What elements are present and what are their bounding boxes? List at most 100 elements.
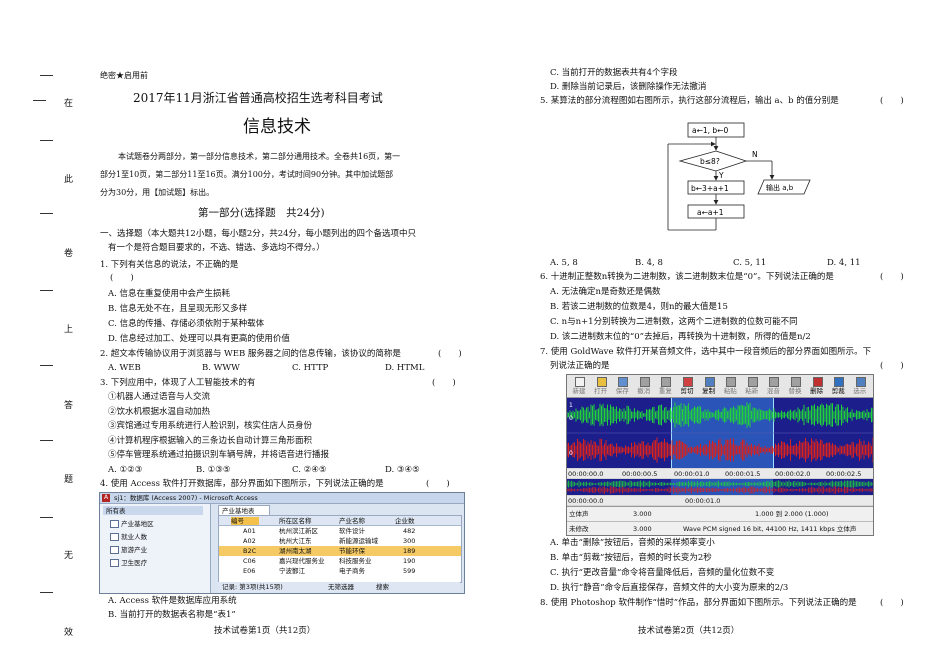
toolbar-icon: [769, 377, 780, 387]
overview-wave-red: [567, 486, 873, 494]
q2-option-a: A. WEB: [108, 363, 141, 373]
table-cell: A02: [243, 537, 256, 545]
status-modified: 未修改: [569, 525, 589, 533]
q2-option-c: C. HTTP: [292, 363, 329, 373]
amp-label: 0: [569, 450, 573, 457]
intro-line: 分为30分，用【加试题】标出。: [100, 188, 215, 197]
waveform-panel[interactable]: 1 0 0: [567, 398, 873, 468]
nav-header-label: 所有表: [106, 507, 126, 515]
nav-item-table[interactable]: 旅游产业: [110, 546, 147, 554]
toolbar-button[interactable]: 粘贴: [720, 376, 740, 396]
q4-stem: 4. 使用 Access 软件打开数据库，部分界面如下图所示，下列说法正确的是: [100, 479, 384, 489]
col-header-label: 所在区名称: [279, 517, 312, 525]
col-header[interactable]: 产业名称: [339, 517, 365, 525]
search-box[interactable]: 搜索: [376, 583, 389, 591]
q7-paren: ( ): [880, 361, 904, 371]
toolbar-button[interactable]: 保存: [612, 376, 632, 396]
toolbar-button[interactable]: 打开: [591, 376, 611, 396]
q7-stem: 7. 使用 GoldWave 软件打开某音频文件，选中其中一段音频后的部分界面如…: [540, 347, 872, 357]
access-title-bar: A sj1：数据库 (Access 2007) - Microsoft Acce…: [100, 493, 464, 504]
table-cell: 599: [403, 567, 416, 575]
table-row[interactable]: E06 宁波鄞江 电子商务 599: [219, 566, 461, 576]
table-row[interactable]: A01 杭州滨江新区 软件设计 482: [219, 526, 461, 536]
table-row[interactable]: C06 嘉兴现代服务业 科技服务业 190: [219, 556, 461, 566]
nav-item-table[interactable]: 卫生医疗: [110, 559, 147, 567]
nav-item-table[interactable]: 产业基地区: [110, 520, 154, 528]
margin-char: 题: [64, 475, 74, 485]
tab-table[interactable]: 产业基地表: [218, 505, 270, 515]
q1-stem: 1. 下列有关信息的说法，不正确的是: [100, 260, 239, 270]
q6-option-b: B. 若该二进制数的位数是4，则n的最大值是15: [550, 302, 728, 312]
toolbar-button[interactable]: 重复: [655, 376, 675, 396]
q3-option-a: A. ①②③: [108, 465, 143, 475]
table-cell: 嘉兴现代服务业: [279, 557, 325, 565]
toolbar-button-label: 保存: [615, 387, 629, 395]
flow-yes-label: Y: [718, 171, 724, 180]
table-cell: B2C: [243, 547, 257, 555]
q5-option-b: B. 4, 8: [635, 258, 663, 268]
q3-option-c: C. ②④⑤: [292, 465, 327, 475]
table-cell: 新能源运输域: [339, 537, 378, 545]
toolbar-button[interactable]: 混音: [763, 376, 783, 396]
toolbar-button-label: 粘新: [745, 387, 759, 395]
time-tick: 00:00:02.0: [775, 470, 811, 478]
margin-char: 上: [64, 325, 74, 335]
toolbar-icon: [596, 377, 607, 387]
overview-panel[interactable]: [567, 479, 873, 495]
flow-no-label: N: [752, 150, 758, 159]
toolbar-button-label: 复制: [702, 387, 716, 395]
access-window: A sj1：数据库 (Access 2007) - Microsoft Acce…: [99, 492, 465, 594]
flow-cond-text: b≤8?: [700, 157, 720, 166]
toolbar-button-label: 撤消: [637, 387, 651, 395]
q4-option-d: D. 删除当前记录后，该删除操作无法撤消: [550, 82, 707, 92]
q2-stem: 2. 超文本传输协议用于浏览器与 WEB 服务器之间的信息传输，该协议的简称是: [100, 349, 401, 359]
table-cell: C06: [243, 557, 256, 565]
toolbar-button[interactable]: 选示: [850, 376, 870, 396]
q3-option-b: B. ①③⑤: [196, 465, 231, 475]
toolbar-button[interactable]: 复制: [699, 376, 719, 396]
table-cell: 482: [403, 527, 416, 535]
access-title: sj1：数据库 (Access 2007) - Microsoft Access: [114, 494, 258, 502]
toolbar-button-label: 新建: [572, 387, 586, 395]
time-tick: 00:00:00.0: [568, 470, 604, 478]
toolbar-button-label: 粘贴: [723, 387, 737, 395]
toolbar-button-label: 选示: [853, 387, 867, 395]
nav-item-table[interactable]: 就业人数: [110, 533, 147, 541]
q1-option-d: D. 信息经过加工、处理可以具有更高的使用价值: [108, 334, 290, 344]
toolbar-icon: [639, 377, 650, 387]
toolbar-button-label: 混音: [766, 387, 780, 395]
q5-stem: 5. 某算法的部分流程图如右图所示，执行这部分流程后，输出 a、b 的值分别是: [540, 96, 839, 106]
timeline-ruler: 00:00:00.0 00:00:00.5 00:00:01.0 00:00:0…: [567, 469, 873, 478]
table-row[interactable]: A02 杭州大江东 新能源运输域 300: [219, 536, 461, 546]
margin-dash: [40, 365, 53, 366]
col-header[interactable]: 企业数: [395, 517, 415, 525]
toolbar-button[interactable]: 删除: [807, 376, 827, 396]
nav-header[interactable]: 所有表: [103, 506, 203, 515]
q4-option-b: B. 当前打开的数据表名称是“表1”: [108, 610, 236, 620]
toolbar-button[interactable]: 粘新: [742, 376, 762, 396]
flow-step2-text: a←a+1: [697, 208, 724, 217]
toolbar-button[interactable]: 新建: [569, 376, 589, 396]
q4-option-c: C. 当前打开的数据表共有4个字段: [550, 68, 678, 78]
filter-status[interactable]: 无筛选器: [328, 583, 354, 591]
toolbar-button[interactable]: 替换: [785, 376, 805, 396]
flow-init-text: a←1, b←0: [692, 126, 728, 135]
q2-option-b: B. WWW: [202, 363, 240, 373]
table-cell: 宁波鄞江: [279, 567, 305, 575]
col-header[interactable]: 编号: [231, 517, 259, 525]
col-header-label: 编号: [231, 517, 244, 525]
q8-stem: 8. 使用 Photoshop 软件制作“惜时”作品，部分界面如下图所示。下列说…: [540, 598, 857, 608]
q5-paren: ( ): [880, 96, 904, 106]
intro-line: 部分1至10页，第二部分11至16页。满分100分，考试时间90分钟。其中加试题…: [100, 170, 394, 179]
q3-stem: 3. 下列应用中，体现了人工智能技术的有: [100, 378, 256, 388]
q7-option-d: D. 执行“静音”命令后直接保存，音频文件的大小变为原来的2/3: [550, 583, 789, 593]
toolbar-button[interactable]: 撤消: [634, 376, 654, 396]
col-header[interactable]: 所在区名称: [279, 517, 312, 525]
toolbar-button[interactable]: 剪裁: [828, 376, 848, 396]
tab-label: 产业基地表: [222, 507, 255, 515]
table-cell: 杭州滨江新区: [279, 527, 318, 535]
table-row-selected[interactable]: B2C 湖州南太湖 节能环保 189: [219, 546, 461, 556]
toolbar-button[interactable]: 剪切: [677, 376, 697, 396]
record-navigator[interactable]: 记录: 第3项(共15项): [222, 583, 283, 591]
status-length: 3.000: [633, 510, 652, 518]
